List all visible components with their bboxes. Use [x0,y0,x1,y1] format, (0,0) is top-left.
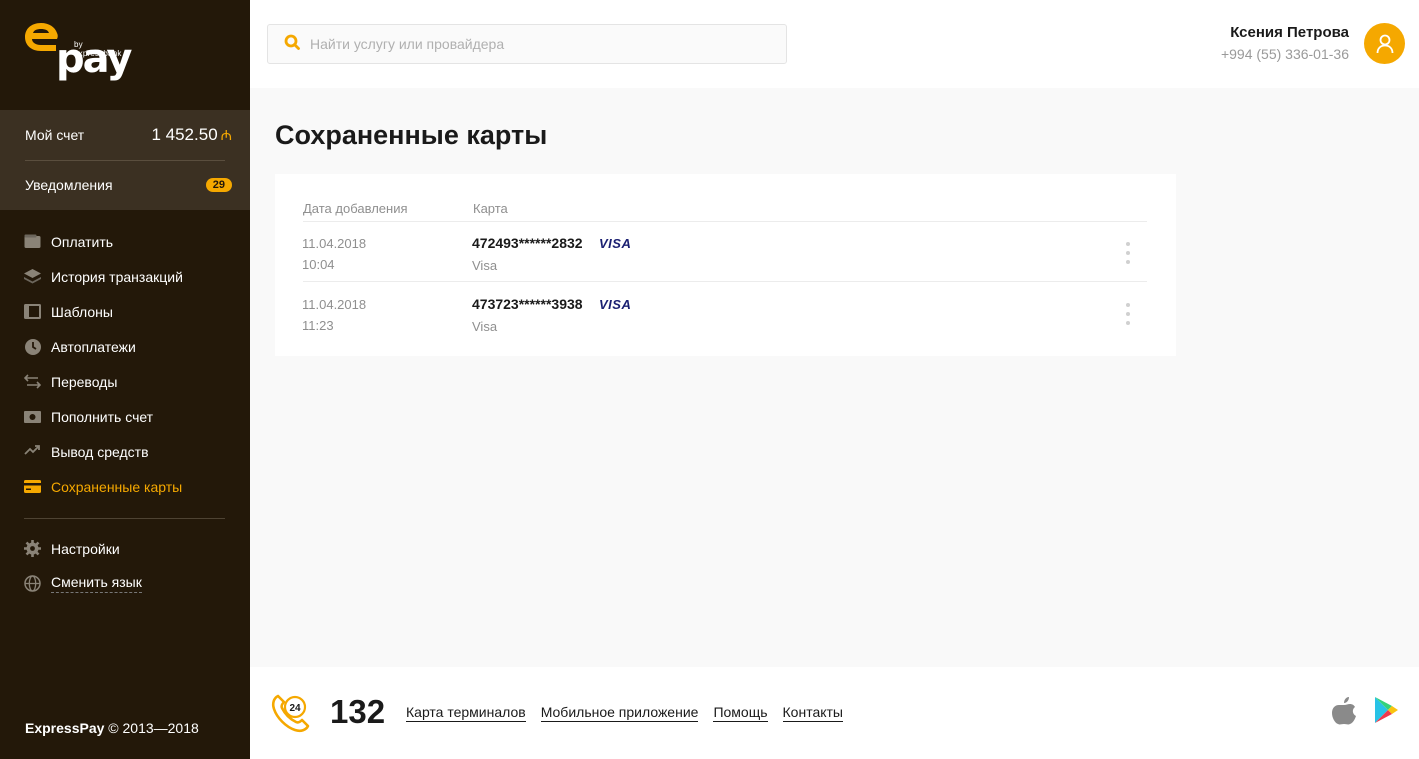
phone-badge-text: 24 [289,703,301,714]
google-play-icon[interactable] [1373,696,1399,724]
support-phone[interactable]: 132 [330,693,385,731]
sidebar-item-label: Шаблоны [51,303,113,320]
column-header-card: Карта [473,201,508,216]
template-icon [24,303,41,320]
expresspay-logo[interactable]: by expressbank pay [22,20,132,82]
sidebar-nav: Оплатить История транзакций Шаблоны Авто… [0,224,250,601]
top-up-icon [24,408,41,425]
visa-logo: VISA [599,236,632,251]
table-row: 11.04.2018 11:23 473723******3938 VISA V… [275,285,1176,345]
avatar[interactable] [1364,23,1405,64]
withdraw-icon [24,443,41,460]
copyright: ExpressPay © 2013—2018 [25,720,199,736]
footer-links: Карта терминалов Мобильное приложение По… [406,704,843,722]
transfer-icon [24,373,41,390]
sidebar-item-templates[interactable]: Шаблоны [0,294,250,329]
sidebar-item-label: Вывод средств [51,443,149,460]
nav-divider [24,518,225,519]
sidebar-item-language[interactable]: Сменить язык [0,566,250,601]
card-type: Visa [472,319,498,334]
clock-icon [24,338,41,355]
visa-logo: VISA [599,297,632,312]
sidebar-item-label: Автоплатежи [51,338,136,355]
footer-link-help[interactable]: Помощь [713,704,768,722]
footer-link-terminals[interactable]: Карта терминалов [406,704,526,722]
my-account-row[interactable]: Мой счет 1 452.50 ₼ [25,124,232,146]
card-number: 472493******2832 [472,235,583,251]
sidebar-item-label: Сменить язык [51,574,142,593]
sidebar-item-settings[interactable]: Настройки [0,531,250,566]
account-block: Мой счет 1 452.50 ₼ Уведомления 29 [0,110,250,210]
sidebar-item-label: История транзакций [51,268,183,285]
notifications-badge: 29 [205,178,232,192]
more-options-icon[interactable] [1121,303,1135,325]
notifications-row[interactable]: Уведомления 29 [25,174,232,196]
wallet-icon [24,233,41,250]
sidebar-item-label: Настройки [51,540,120,557]
sidebar-item-saved-cards[interactable]: Сохраненные карты [0,469,250,504]
user-phone: +994 (55) 336-01-36 [1220,46,1349,62]
more-options-icon[interactable] [1121,242,1135,264]
account-divider [25,160,225,161]
row-time: 10:04 [302,257,335,272]
sidebar-item-pay[interactable]: Оплатить [0,224,250,259]
logo-e-icon [25,23,58,51]
sidebar-item-label: Оплатить [51,233,114,250]
user-name[interactable]: Ксения Петрова [1230,24,1349,41]
row-date: 11.04.2018 [302,297,367,312]
sidebar: by expressbank pay Мой счет 1 452.50 ₼ Ув… [0,0,250,759]
copyright-years: © 2013—2018 [104,720,199,736]
footer-link-contacts[interactable]: Контакты [782,704,843,722]
search-input[interactable] [310,36,770,52]
apple-icon[interactable] [1331,697,1357,725]
saved-cards-table: Дата добавления Карта 11.04.2018 10:04 4… [275,174,1176,356]
search-icon [284,34,300,55]
card-number: 473723******3938 [472,296,583,312]
top-header: Ксения Петрова +994 (55) 336-01-36 [250,0,1419,88]
card-type: Visa [472,258,498,273]
sidebar-item-transfers[interactable]: Переводы [0,364,250,399]
sidebar-item-autopay[interactable]: Автоплатежи [0,329,250,364]
copyright-brand: ExpressPay [25,720,105,736]
sidebar-item-history[interactable]: История транзакций [0,259,250,294]
sidebar-item-top-up[interactable]: Пополнить счет [0,399,250,434]
sidebar-item-label: Сохраненные карты [51,478,183,495]
row-date: 11.04.2018 [302,236,367,251]
table-divider [303,221,1147,222]
footer-link-mobile-app[interactable]: Мобильное приложение [540,704,699,722]
sidebar-item-withdraw[interactable]: Вывод средств [0,434,250,469]
page-title: Сохраненные карты [275,120,548,150]
logo-pay-text: pay [56,36,132,82]
search-box[interactable] [267,24,787,64]
footer: 24 132 Карта терминалов Мобильное прилож… [250,667,1419,759]
sidebar-item-label: Переводы [51,373,118,390]
user-icon [1376,34,1393,53]
notifications-label: Уведомления [25,177,113,193]
table-divider [303,281,1147,282]
card-icon [24,478,41,495]
column-header-date: Дата добавления [303,201,408,216]
manat-icon: ₼ [220,127,232,143]
my-account-label: Мой счет [25,127,85,143]
gear-icon [24,540,41,557]
sidebar-item-label: Пополнить счет [51,408,154,425]
phone-24-icon: 24 [271,694,310,733]
account-balance: 1 452.50 [151,125,218,144]
row-time: 11:23 [302,318,334,333]
account-balance-wrap: 1 452.50 ₼ [151,125,232,145]
globe-icon [24,575,41,592]
table-row: 11.04.2018 10:04 472493******2832 VISA V… [275,224,1176,284]
layers-icon [24,268,41,285]
